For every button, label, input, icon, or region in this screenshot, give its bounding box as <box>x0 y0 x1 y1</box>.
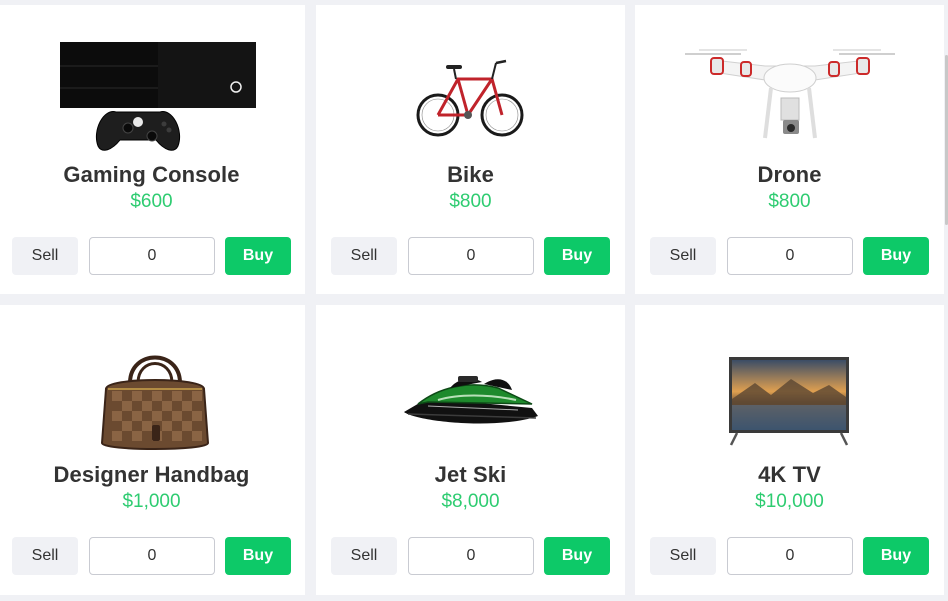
quantity-input[interactable] <box>89 237 215 275</box>
handbag-image <box>0 339 313 459</box>
bike-image <box>316 37 625 157</box>
product-card-designer-handbag: Designer Handbag $1,000 Sell Buy <box>0 305 305 595</box>
sell-button[interactable]: Sell <box>650 237 716 275</box>
trade-controls: Sell Buy <box>650 237 932 275</box>
quantity-input[interactable] <box>408 237 534 275</box>
scrollbar[interactable] <box>944 0 948 601</box>
product-grid: Gaming Console $600 Sell Buy <box>0 0 948 601</box>
trade-controls: Sell Buy <box>12 237 293 275</box>
quantity-input[interactable] <box>89 537 215 575</box>
product-card-bike: Bike $800 Sell Buy <box>316 5 625 294</box>
product-name: Designer Handbag <box>53 462 250 487</box>
product-price: $10,000 <box>755 491 824 512</box>
product-card-gaming-console: Gaming Console $600 Sell Buy <box>0 5 305 294</box>
buy-button[interactable]: Buy <box>544 537 610 575</box>
quantity-input[interactable] <box>727 237 853 275</box>
product-card-drone: Drone $800 Sell Buy <box>635 5 944 294</box>
buy-button[interactable]: Buy <box>225 537 291 575</box>
product-name: Gaming Console <box>63 162 240 187</box>
sell-button[interactable]: Sell <box>12 237 78 275</box>
trade-controls: Sell Buy <box>12 537 293 575</box>
product-price: $800 <box>768 191 811 212</box>
jet-ski-image <box>316 339 625 459</box>
product-name: Jet Ski <box>434 462 507 487</box>
buy-button[interactable]: Buy <box>863 537 929 575</box>
sell-button[interactable]: Sell <box>331 237 397 275</box>
drone-image <box>635 37 944 157</box>
product-name: 4K TV <box>758 462 821 487</box>
buy-button[interactable]: Buy <box>225 237 291 275</box>
product-price: $8,000 <box>441 491 500 512</box>
tv-image <box>635 339 944 459</box>
product-name: Bike <box>447 162 494 187</box>
buy-button[interactable]: Buy <box>544 237 610 275</box>
sell-button[interactable]: Sell <box>650 537 716 575</box>
sell-button[interactable]: Sell <box>12 537 78 575</box>
sell-button[interactable]: Sell <box>331 537 397 575</box>
buy-button[interactable]: Buy <box>863 237 929 275</box>
quantity-input[interactable] <box>727 537 853 575</box>
trade-controls: Sell Buy <box>650 537 932 575</box>
product-price: $600 <box>130 191 173 212</box>
gaming-console-image <box>0 37 313 157</box>
product-price: $800 <box>449 191 492 212</box>
product-price: $1,000 <box>122 491 181 512</box>
product-card-jet-ski: Jet Ski $8,000 Sell Buy <box>316 305 625 595</box>
product-card-4k-tv: 4K TV $10,000 Sell Buy <box>635 305 944 595</box>
trade-controls: Sell Buy <box>331 537 613 575</box>
quantity-input[interactable] <box>408 537 534 575</box>
product-name: Drone <box>757 162 822 187</box>
trade-controls: Sell Buy <box>331 237 613 275</box>
